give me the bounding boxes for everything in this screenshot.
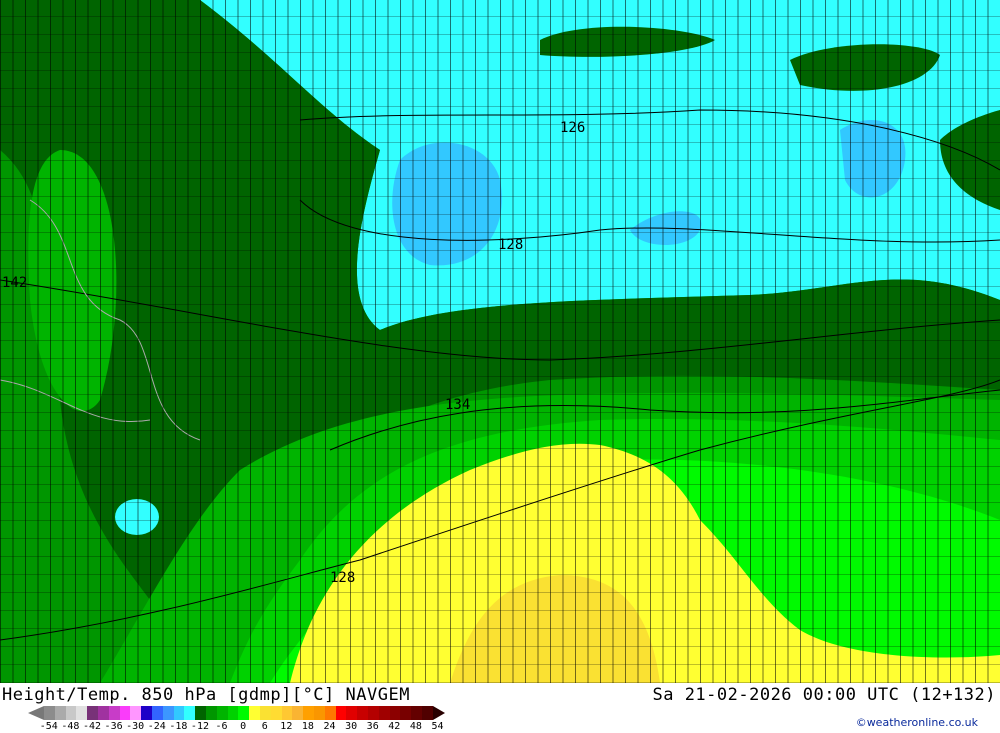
contour-label: 134 (445, 397, 471, 413)
colorbar-tick-label: -18 (169, 721, 188, 732)
colorbar-tick-label: -12 (190, 721, 209, 732)
colorbar-segment (108, 706, 120, 720)
colorbar-tick-label: 36 (366, 721, 379, 732)
colorbar-segment (249, 706, 260, 720)
colorbar-tick-label: 0 (240, 721, 247, 732)
weather-map[interactable]: 126 128 134 142 128 (0, 0, 1000, 683)
colorbar-segment (421, 706, 433, 720)
colorbar-segment (151, 706, 163, 720)
colorbar-segment (378, 706, 390, 720)
colorbar-tick-label: -42 (82, 721, 102, 732)
colorbar-segment (227, 706, 239, 720)
colorbar-segment (44, 706, 55, 720)
colorbar-tick-label: -36 (104, 721, 123, 732)
colorbar-tick-label: 54 (431, 721, 444, 732)
colorbar-segment (173, 706, 185, 720)
colorbar-segment (292, 706, 304, 720)
colorbar-segment (65, 706, 77, 720)
footer: Height/Temp. 850 hPa [gdmp][°C] NAVGEM S… (0, 683, 1000, 733)
colorbar-tick-label: -48 (61, 721, 80, 732)
colorbar-tick-label: 6 (261, 721, 268, 732)
colorbar-segment (119, 706, 131, 720)
colorbar-tick-label: -54 (39, 721, 58, 732)
colorbar-tick-label: 42 (388, 721, 401, 732)
colorbar-segment (367, 706, 379, 720)
colorbar-ticks: -54 -48 -42 -36 -30 -24 -18 -12 -6 0 6 12 18 24 30 36 42… (38, 721, 448, 732)
colorbar-segment (346, 706, 358, 720)
colorbar-tick-label: 30 (345, 721, 358, 732)
colorbar-tick-label: -6 (215, 721, 228, 732)
colorbar-segment (259, 706, 271, 720)
map-title: Height/Temp. 850 hPa [gdmp][°C] NAVGEM (2, 685, 410, 705)
colorbar-segment (130, 706, 142, 720)
colorbar-tick-label: -30 (126, 721, 145, 732)
colorbar-segment (87, 706, 98, 720)
map-fields (0, 0, 1000, 683)
colorbar-segment (335, 706, 347, 720)
colorbar-tick-label: -24 (147, 721, 166, 732)
contour-label: 128 (498, 237, 524, 253)
colorbar-tick-label: 48 (409, 721, 422, 732)
colorbar-segment (76, 706, 88, 720)
colorbar-segment (324, 706, 336, 720)
colorbar-segment (411, 706, 422, 720)
colorbar-left-arrow (28, 706, 44, 720)
colorbar-right-arrow (432, 706, 445, 720)
colorbar-segment (400, 706, 412, 720)
colorbar-tick-label: 24 (323, 721, 336, 732)
colorbar-segment (184, 706, 196, 720)
colorbar-segment (216, 706, 228, 720)
colorbar-segment (97, 706, 109, 720)
colorbar-tick-label: 18 (301, 721, 314, 732)
colorbar-segment (389, 706, 401, 720)
credit-link[interactable]: ©weatheronline.co.uk (856, 716, 978, 729)
contour-label: 126 (560, 120, 586, 136)
colorbar-segment (162, 706, 174, 720)
contour-label: 128 (330, 570, 356, 586)
colorbar-segment (303, 706, 314, 720)
colorbar-tick-label: 12 (280, 721, 293, 732)
valid-time: Sa 21-02-2026 00:00 UTC (12+132) (652, 685, 996, 705)
colorbar-segment (281, 706, 293, 720)
colorbar-segment (141, 706, 152, 720)
colorbar-segment (357, 706, 368, 720)
colorbar-segment (313, 706, 325, 720)
colorbar-segment (270, 706, 282, 720)
colorbar-segment (195, 706, 206, 720)
colorbar-segment (238, 706, 250, 720)
contour-label: 142 (2, 275, 28, 291)
colorbar (28, 706, 445, 720)
colorbar-segment (205, 706, 217, 720)
colorbar-segment (54, 706, 66, 720)
